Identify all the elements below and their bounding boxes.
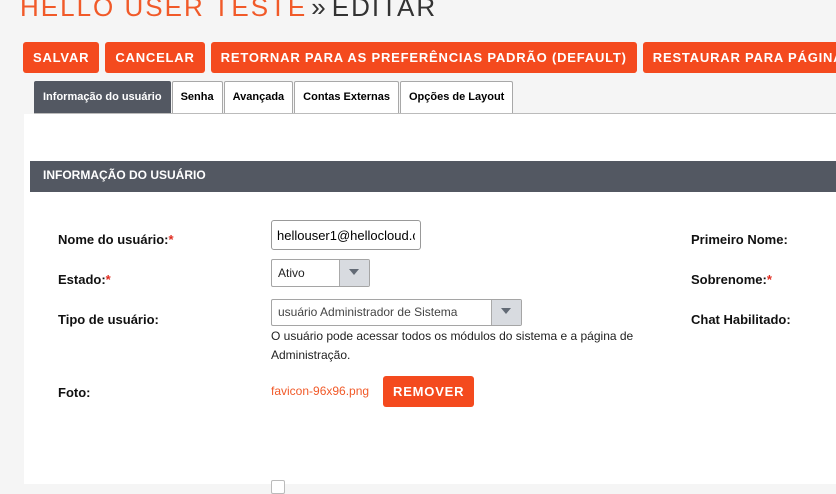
checkbox[interactable]	[271, 480, 285, 494]
status-select[interactable]: Ativo	[271, 259, 370, 287]
last-name-label: Sobrenome:*	[691, 272, 772, 287]
page-title: HELLO USER TESTE» EDITAR	[20, 0, 437, 23]
tab-layout-options[interactable]: Opções de Layout	[399, 81, 514, 113]
user-type-select[interactable]: usuário Administrador de Sistema	[271, 299, 522, 326]
user-type-help: O usuário pode acessar todos os módulos …	[271, 329, 634, 362]
select-arrow	[491, 300, 521, 325]
section-header: INFORMAÇÃO DO USUÁRIO	[30, 161, 836, 192]
required-marker: *	[105, 272, 111, 287]
select-arrow	[339, 260, 369, 286]
reset-preferences-button[interactable]: RETORNAR PARA AS PREFERÊNCIAS PADRÃO (DE…	[210, 42, 637, 73]
tab-password[interactable]: Senha	[171, 81, 223, 113]
tab-user-info[interactable]: Informação do usuário	[34, 81, 171, 113]
module-title: HELLO USER TESTE	[20, 0, 308, 22]
tab-advanced[interactable]: Avançada	[223, 81, 294, 113]
username-field[interactable]	[271, 220, 421, 250]
title-separator: »	[311, 0, 328, 22]
action-title: EDITAR	[331, 0, 438, 22]
restore-homepage-button[interactable]: RESTAURAR PARA PÁGINA PR	[642, 42, 836, 73]
status-select-value: Ativo	[278, 266, 305, 280]
status-label: Estado:*	[58, 272, 111, 287]
save-button[interactable]: SALVAR	[23, 42, 100, 73]
chevron-down-icon	[349, 269, 359, 275]
photo-label: Foto:	[58, 385, 91, 400]
user-type-label: Tipo de usuário:	[58, 312, 159, 327]
username-label: Nome do usuário:*	[58, 232, 174, 247]
remove-photo-button[interactable]: REMOVER	[383, 376, 475, 407]
tab-external-accounts[interactable]: Contas Externas	[294, 81, 399, 113]
photo-file-link[interactable]: favicon-96x96.png	[271, 384, 369, 398]
required-marker: *	[766, 272, 772, 287]
cancel-button[interactable]: CANCELAR	[105, 42, 205, 73]
user-info-panel: INFORMAÇÃO DO USUÁRIO Nome do usuário:* …	[24, 114, 836, 494]
action-toolbar: SALVAR CANCELAR RETORNAR PARA AS PREFERÊNC…	[23, 42, 836, 73]
first-name-label: Primeiro Nome:	[691, 232, 788, 247]
required-marker: *	[168, 232, 174, 247]
user-type-select-value: usuário Administrador de Sistema	[278, 305, 458, 319]
chat-enabled-label: Chat Habilitado:	[691, 312, 791, 327]
chevron-down-icon	[501, 308, 511, 314]
tab-bar: Informação do usuário Senha Avançada Con…	[34, 81, 836, 114]
